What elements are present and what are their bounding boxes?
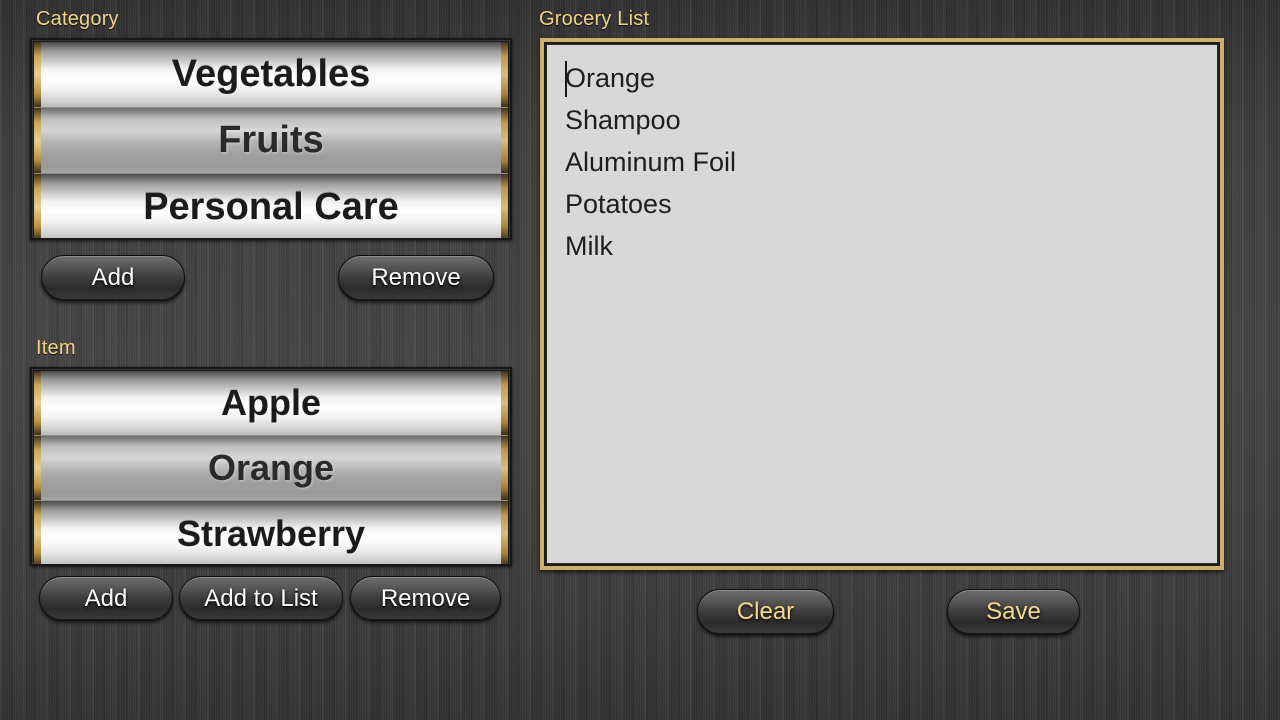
category-row-label: Personal Care	[143, 185, 399, 228]
category-row-label: Vegetables	[171, 53, 371, 95]
item-list-inner: Apple Orange Strawberry	[34, 371, 508, 564]
app-window: Category Vegetables Fruits Personal Care…	[0, 0, 1280, 720]
item-row-orange[interactable]: Orange	[34, 436, 508, 501]
clear-button[interactable]: Clear	[697, 589, 834, 635]
category-row-label: Fruits	[218, 119, 324, 161]
category-list-inner: Vegetables Fruits Personal Care	[34, 42, 508, 238]
save-button-label: Save	[986, 598, 1041, 625]
item-remove-button-label: Remove	[380, 584, 471, 612]
save-button[interactable]: Save	[947, 589, 1080, 635]
item-add-button-label: Add	[84, 584, 128, 612]
category-row-fruits[interactable]: Fruits	[34, 108, 508, 174]
text-cursor	[565, 61, 567, 97]
item-row-label: Orange	[207, 447, 335, 488]
item-list[interactable]: Apple Orange Strawberry	[30, 367, 512, 566]
item-row-label: Apple	[220, 382, 321, 423]
grocery-list-line: Shampoo	[565, 105, 681, 135]
grocery-list-frame: Orange Shampoo Aluminum Foil Potatoes Mi…	[540, 38, 1224, 570]
grocery-list-line: Milk	[565, 231, 613, 261]
category-row-vegetables[interactable]: Vegetables	[34, 42, 508, 108]
grocery-list-line: Orange	[565, 63, 656, 93]
item-add-button[interactable]: Add	[39, 576, 173, 621]
grocery-list-line: Potatoes	[565, 189, 672, 219]
category-section-label: Category	[36, 8, 119, 30]
item-add-to-list-button[interactable]: Add to List	[179, 576, 343, 621]
item-row-apple[interactable]: Apple	[34, 371, 508, 436]
category-add-button[interactable]: Add	[41, 255, 185, 301]
clear-button-label: Clear	[736, 598, 795, 625]
category-remove-button[interactable]: Remove	[338, 255, 494, 301]
item-row-label: Strawberry	[176, 512, 366, 554]
category-row-personal-care[interactable]: Personal Care	[34, 174, 508, 238]
category-remove-button-label: Remove	[371, 264, 461, 291]
grocery-list-line: Aluminum Foil	[565, 147, 737, 177]
item-remove-button[interactable]: Remove	[350, 576, 501, 621]
item-add-to-list-button-label: Add to List	[204, 584, 318, 612]
grocery-list-label: Grocery List	[539, 8, 650, 30]
category-add-button-label: Add	[91, 264, 135, 291]
category-list[interactable]: Vegetables Fruits Personal Care	[30, 38, 512, 240]
item-row-strawberry[interactable]: Strawberry	[34, 501, 508, 564]
grocery-list-textarea[interactable]: Orange Shampoo Aluminum Foil Potatoes Mi…	[546, 44, 1218, 564]
item-section-label: Item	[36, 337, 76, 359]
